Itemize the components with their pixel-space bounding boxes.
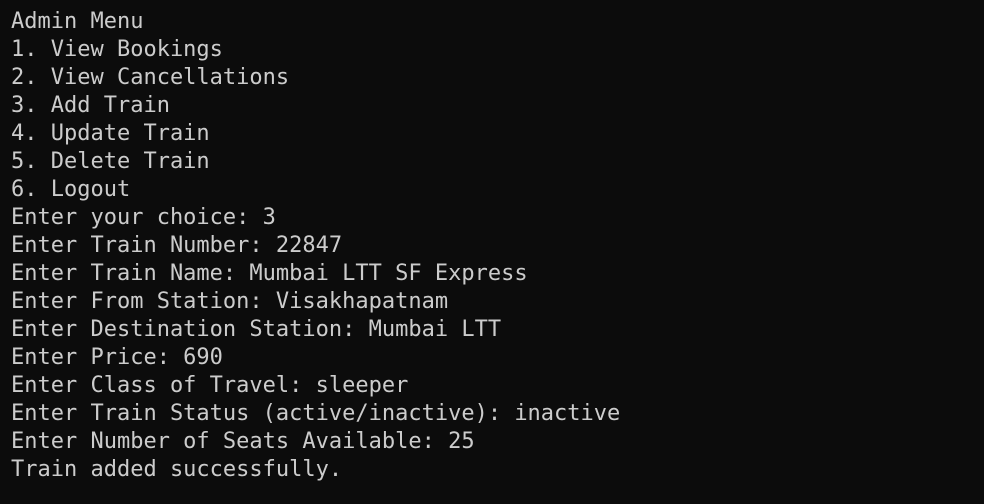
terminal-window[interactable]: Admin Menu 1. View Bookings 2. View Canc… <box>0 0 984 504</box>
train-status-prompt: Enter Train Status (active/inactive): in… <box>11 401 621 426</box>
from-station-prompt: Enter From Station: Visakhapatnam <box>11 289 449 314</box>
menu-option-logout: 6. Logout <box>11 177 131 202</box>
menu-option-update-train: 4. Update Train <box>11 121 210 146</box>
seats-available-prompt: Enter Number of Seats Available: 25 <box>11 429 475 454</box>
destination-station-prompt: Enter Destination Station: Mumbai LTT <box>11 317 502 342</box>
success-message: Train added successfully. <box>11 457 343 482</box>
menu-option-view-bookings: 1. View Bookings <box>11 37 223 62</box>
train-name-prompt: Enter Train Name: Mumbai LTT SF Express <box>11 261 528 286</box>
price-prompt: Enter Price: 690 <box>11 345 223 370</box>
menu-option-view-cancellations: 2. View Cancellations <box>11 65 290 90</box>
choice-prompt: Enter your choice: 3 <box>11 205 276 230</box>
menu-title: Admin Menu <box>11 9 144 34</box>
menu-option-add-train: 3. Add Train <box>11 93 170 118</box>
train-number-prompt: Enter Train Number: 22847 <box>11 233 343 258</box>
class-of-travel-prompt: Enter Class of Travel: sleeper <box>11 373 409 398</box>
menu-option-delete-train: 5. Delete Train <box>11 149 210 174</box>
